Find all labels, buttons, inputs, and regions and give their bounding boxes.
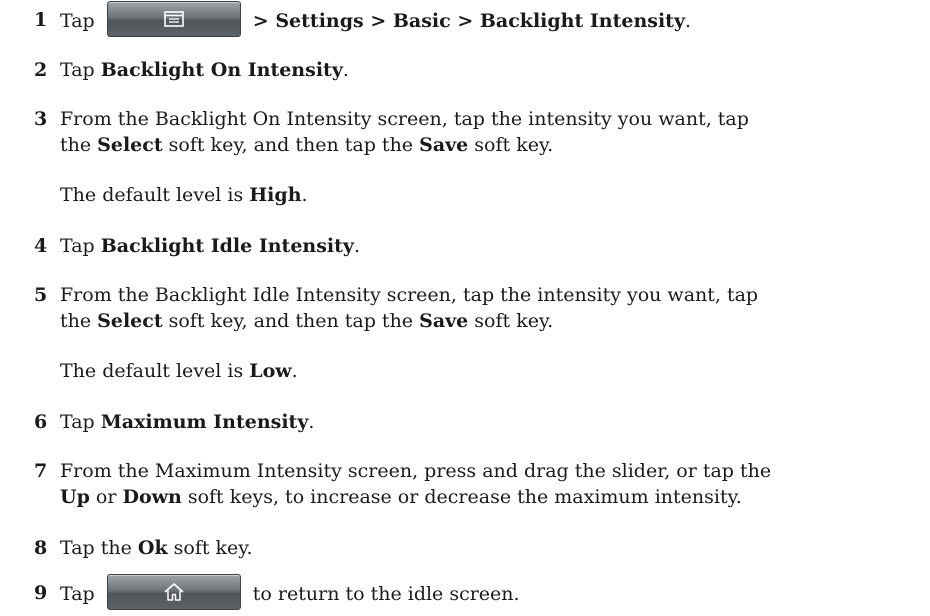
step-text: Tap the Ok soft key.	[60, 537, 253, 559]
home-button[interactable]	[106, 574, 241, 610]
step-number: 2	[34, 59, 48, 81]
step-number: 5	[34, 284, 48, 306]
step-text: Tap Backlight On Intensity.	[60, 59, 349, 81]
step-number: 1	[34, 9, 48, 31]
home-icon	[164, 583, 184, 601]
step-text: Tap Maximum Intensity.	[60, 411, 315, 433]
menu-path: > Settings > Basic > Backlight Intensity	[252, 10, 686, 32]
step-number: 9	[34, 582, 48, 604]
step-text: Tap to return to the idle screen.	[60, 574, 800, 610]
menu-button[interactable]	[106, 1, 241, 37]
step-text: From the Backlight On Intensity screen, …	[60, 108, 749, 156]
step-number: 4	[34, 235, 48, 257]
step-number: 7	[34, 460, 48, 482]
step-number: 3	[34, 108, 48, 130]
step-number: 6	[34, 411, 48, 433]
default-note-idle: The default level is Low.	[60, 360, 298, 382]
step-text: From the Backlight Idle Intensity screen…	[60, 284, 759, 332]
default-note-on: The default level is High.	[60, 184, 308, 206]
step-text: From the Maximum Intensity screen, press…	[60, 460, 772, 508]
step-number: 8	[34, 537, 48, 559]
menu-icon	[163, 11, 184, 27]
step-text: Tap Backlight Idle Intensity.	[60, 235, 361, 257]
instruction-page: 1 Tap > Settings > Basic > Backlight Int…	[0, 0, 930, 616]
step-text: Tap > Settings > Basic > Backlight Inten…	[60, 1, 800, 37]
